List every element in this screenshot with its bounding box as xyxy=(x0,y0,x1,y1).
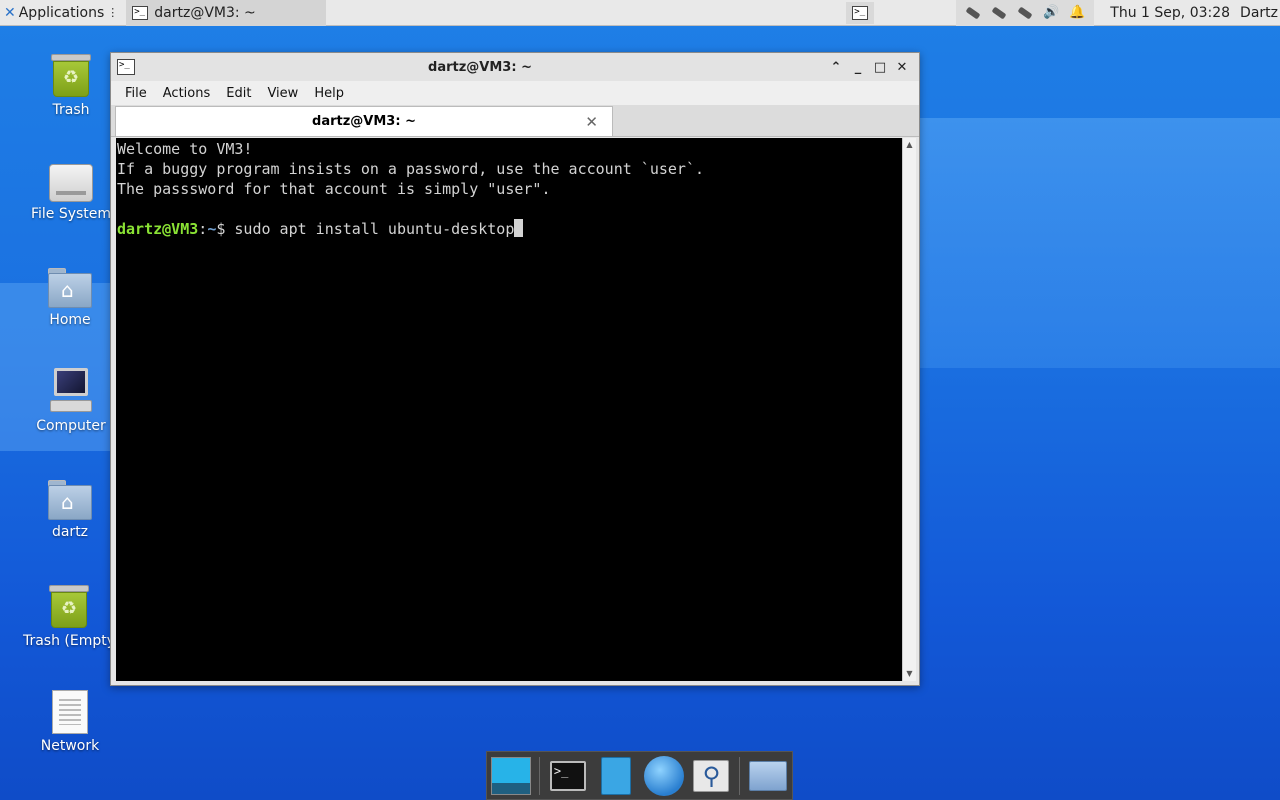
applications-label: Applications xyxy=(18,4,105,21)
applications-menu[interactable]: ✕ Applications ⋮ xyxy=(0,0,122,26)
dock: >_ ⚲ xyxy=(486,751,793,800)
terminal-scrollbar[interactable]: ▲ ▼ xyxy=(902,138,916,681)
dock-file-manager[interactable] xyxy=(596,755,636,797)
folder-icon xyxy=(749,760,788,791)
prompt-path: ~ xyxy=(207,220,217,238)
prompt-user: dartz@VM3 xyxy=(117,220,199,238)
desktop-icon-trash[interactable]: Trash xyxy=(21,52,121,118)
terminal-window: >_ dartz@VM3: ~ ⌃ _ □ ✕ File Actions Edi… xyxy=(110,52,920,686)
close-tab-icon[interactable]: ✕ xyxy=(585,113,598,131)
terminal-icon: >_ xyxy=(117,59,135,75)
network-icon[interactable] xyxy=(964,5,982,21)
notification-bell-icon[interactable]: 🔔 xyxy=(1068,5,1086,21)
dock-app-finder[interactable]: ⚲ xyxy=(692,755,732,797)
menu-actions[interactable]: Actions xyxy=(155,84,219,103)
terminal-icon: >_ xyxy=(132,5,149,20)
chevron-up-icon: ⌃ xyxy=(830,59,842,75)
file-manager-icon xyxy=(600,756,631,795)
minimize-button[interactable]: _ xyxy=(847,56,869,78)
scroll-down-icon[interactable]: ▼ xyxy=(903,668,916,680)
desktop-icon-trash-empty[interactable]: Trash (Empty xyxy=(19,583,119,649)
document-icon xyxy=(52,690,88,734)
text-cursor xyxy=(514,219,524,237)
terminal-icon: >_ xyxy=(852,5,869,20)
window-titlebar[interactable]: >_ dartz@VM3: ~ ⌃ _ □ ✕ xyxy=(111,53,919,81)
scroll-up-icon[interactable]: ▲ xyxy=(903,139,916,151)
menu-edit[interactable]: Edit xyxy=(218,84,259,103)
network-icon[interactable] xyxy=(990,5,1008,21)
desktop-icon-dartz[interactable]: dartz xyxy=(20,476,120,540)
maximize-icon: □ xyxy=(873,59,887,75)
dock-separator xyxy=(739,756,741,795)
minimize-icon: _ xyxy=(854,59,862,75)
maximize-button[interactable]: □ xyxy=(869,56,891,78)
menu-file[interactable]: File xyxy=(117,84,155,103)
shade-button[interactable]: ⌃ xyxy=(825,56,847,78)
window-switcher-button[interactable]: >_ xyxy=(846,1,875,24)
dock-separator xyxy=(539,756,540,795)
close-icon: ✕ xyxy=(896,59,908,75)
home-folder-icon xyxy=(48,480,92,520)
user-menu[interactable]: Dartz xyxy=(1240,5,1280,21)
terminal-line: The passsword for that account is simply… xyxy=(117,180,551,198)
panel-clock[interactable]: Thu 1 Sep, 03:28 xyxy=(1094,5,1240,21)
desktop-icon-file-system[interactable]: File System xyxy=(21,158,121,222)
xfce-logo-icon: ✕ xyxy=(4,4,16,21)
tab-terminal[interactable]: dartz@VM3: ~ ✕ xyxy=(115,106,613,136)
desktop-icon-home[interactable]: Home xyxy=(20,264,120,328)
desktop-icon-label: Trash xyxy=(52,102,90,118)
prompt-symbol: $ xyxy=(216,220,235,238)
top-panel: ✕ Applications ⋮ >_ dartz@VM3: ~ >_ 🔊 🔔 … xyxy=(0,0,1280,26)
window-title: dartz@VM3: ~ xyxy=(428,59,532,75)
terminal-line: Welcome to VM3! xyxy=(117,140,253,158)
close-button[interactable]: ✕ xyxy=(891,56,913,78)
network-icon[interactable] xyxy=(1016,5,1034,21)
app-finder-icon: ⚲ xyxy=(693,759,730,792)
system-tray: 🔊 🔔 xyxy=(956,0,1095,26)
dock-terminal[interactable]: >_ xyxy=(548,755,588,797)
volume-icon[interactable]: 🔊 xyxy=(1042,5,1060,21)
trash-icon xyxy=(47,583,91,629)
trash-icon xyxy=(49,52,93,98)
menu-view[interactable]: View xyxy=(259,84,306,103)
terminal-prompt-line: dartz@VM3:~$ sudo apt install ubuntu-des… xyxy=(117,219,901,239)
web-browser-icon xyxy=(643,755,684,796)
terminal-output[interactable]: Welcome to VM3! If a buggy program insist… xyxy=(116,138,902,681)
dock-folder[interactable] xyxy=(748,755,788,797)
menu-help[interactable]: Help xyxy=(306,84,352,103)
desktop-icon-label: Computer xyxy=(36,418,106,434)
desktop-light-band xyxy=(920,118,1280,368)
desktop-icon-label: Network xyxy=(40,738,100,754)
desktop-icon-label: File System xyxy=(30,206,112,222)
command-input[interactable]: sudo apt install ubuntu-desktop xyxy=(234,220,514,238)
menu-arrow-icon: ⋮ xyxy=(107,6,119,19)
desktop-icon-label: Trash (Empty xyxy=(22,633,116,649)
dock-web-browser[interactable] xyxy=(643,755,684,797)
prompt-separator: : xyxy=(198,220,208,238)
desktop-icon-label: Home xyxy=(49,312,91,328)
desktop-icon-label: dartz xyxy=(51,524,89,540)
desktop-icon xyxy=(491,756,531,795)
terminal-line: If a buggy program insists on a password… xyxy=(117,160,704,178)
taskbar-button-terminal[interactable]: >_ dartz@VM3: ~ xyxy=(126,0,327,26)
terminal-icon: >_ xyxy=(549,760,586,791)
tab-label: dartz@VM3: ~ xyxy=(312,114,416,129)
taskbar-button-label: dartz@VM3: ~ xyxy=(154,4,256,21)
desktop-icon-computer[interactable]: Computer xyxy=(21,368,121,434)
drive-icon xyxy=(49,164,93,202)
tab-bar: dartz@VM3: ~ ✕ xyxy=(111,105,919,137)
menu-bar: File Actions Edit View Help xyxy=(111,81,919,105)
home-folder-icon xyxy=(48,268,92,308)
dock-show-desktop[interactable] xyxy=(491,755,531,797)
computer-icon xyxy=(48,368,94,414)
desktop-icon-network[interactable]: Network xyxy=(20,690,120,754)
